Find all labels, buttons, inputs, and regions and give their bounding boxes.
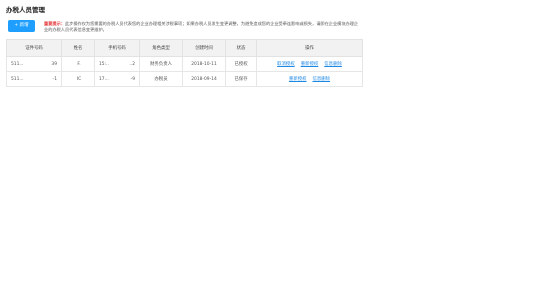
- delete-info-link[interactable]: 信息删除: [324, 62, 342, 67]
- cell-role: 办税员: [139, 71, 183, 87]
- page-title: 办税人员管理: [6, 6, 45, 14]
- cancel-authorization-link[interactable]: 取消授权: [277, 62, 295, 67]
- header-status: 状态: [225, 39, 257, 57]
- notice: 重要提示：此步操作仅为您需要的办税人员代表您的企业办理相关涉税事项；如果办税人员…: [44, 21, 362, 34]
- notice-label: 重要提示：: [44, 21, 65, 26]
- header-actions: 操作: [256, 39, 363, 57]
- cell-name: IC: [61, 71, 95, 87]
- cell-status: 已保存: [225, 71, 257, 87]
- header-role: 角色类型: [139, 39, 183, 57]
- cell-phone: 15:.. ..2: [94, 56, 140, 72]
- table-row: 511... -1 IC 17... -9 办税员 2018-09-14 已保存 重…: [6, 71, 363, 87]
- cell-name: F.: [61, 56, 95, 72]
- header-created: 创建时间: [182, 39, 226, 57]
- add-button[interactable]: + 新增: [8, 20, 35, 32]
- cell-created: 2018-09-14: [182, 71, 226, 87]
- header-id-number: 证件号码: [6, 39, 62, 57]
- cell-actions: 重新授权 信息删除: [256, 71, 363, 87]
- delete-info-link[interactable]: 信息删除: [313, 77, 331, 82]
- table-row: 511... 39 F. 15:.. ..2 财务负责人 2018-10-11 已授…: [6, 56, 363, 72]
- cell-status: 已授权: [225, 56, 257, 72]
- reauthorize-link[interactable]: 重新授权: [289, 77, 307, 82]
- cell-id-number: 511... 39: [6, 56, 62, 72]
- cell-phone: 17... -9: [94, 71, 140, 87]
- notice-text: 此步操作仅为您需要的办税人员代表您的企业办理相关涉税事项；如果办税人员发生变更调…: [44, 21, 359, 33]
- cell-actions: 取消授权 重新授权 信息删除: [256, 56, 363, 72]
- cell-id-number: 511... -1: [6, 71, 62, 87]
- reauthorize-link[interactable]: 重新授权: [301, 62, 319, 67]
- header-name: 姓名: [61, 39, 95, 57]
- cell-role: 财务负责人: [139, 56, 183, 72]
- header-phone: 手机号码: [94, 39, 140, 57]
- table-header-row: 证件号码 姓名 手机号码 角色类型 创建时间 状态 操作: [6, 39, 363, 57]
- staff-table: 证件号码 姓名 手机号码 角色类型 创建时间 状态 操作 511... 39 F.…: [6, 39, 363, 87]
- cell-created: 2018-10-11: [182, 56, 226, 72]
